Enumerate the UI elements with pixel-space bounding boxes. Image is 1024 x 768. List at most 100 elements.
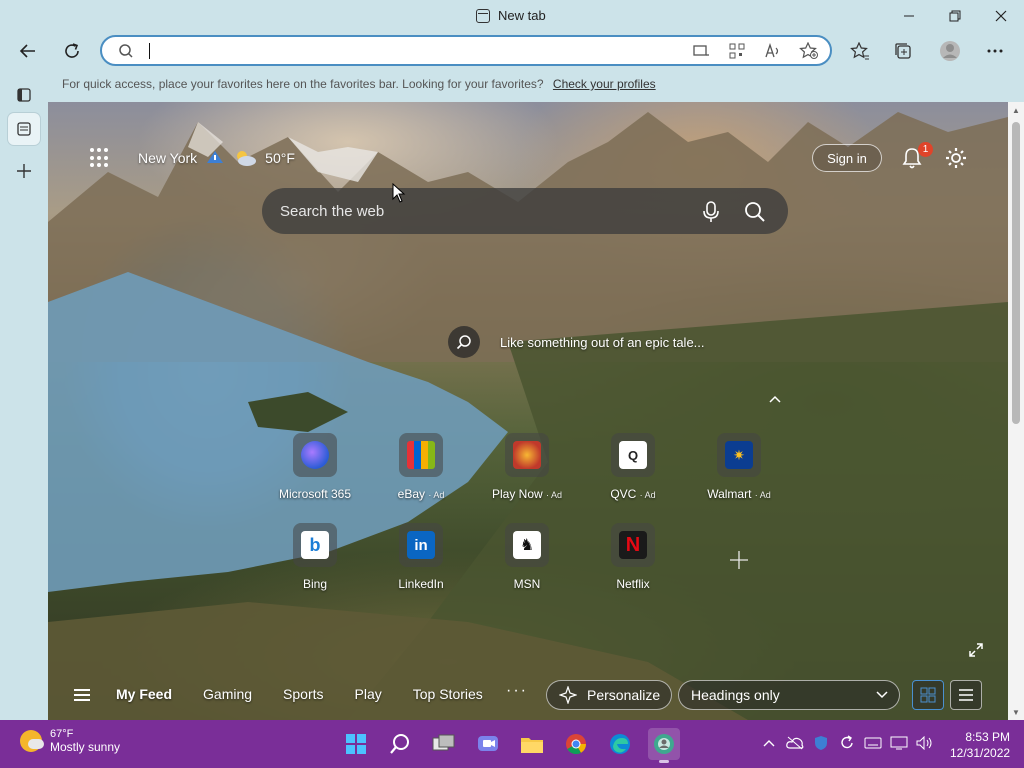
chrome-button[interactable]	[560, 728, 592, 760]
taskbar-weather-widget[interactable]: 67°F Mostly sunny	[20, 728, 120, 754]
clock-date: 12/31/2022	[950, 746, 1011, 760]
search-icon	[118, 43, 134, 64]
windows-logo-icon	[346, 734, 366, 754]
network-icon[interactable]	[890, 734, 908, 752]
quick-link-label: eBay	[397, 487, 425, 501]
settings-more-button[interactable]	[980, 36, 1010, 66]
add-quick-link-plus-icon[interactable]	[728, 549, 750, 571]
file-explorer-button[interactable]	[516, 728, 548, 760]
quick-link-walmart[interactable]: ✷ Walmart · Ad	[691, 433, 787, 509]
edge-beta-active-button[interactable]	[648, 728, 680, 763]
layout-select[interactable]: Headings only	[678, 680, 900, 710]
expand-icon[interactable]	[968, 642, 984, 658]
scrollbar-thumb[interactable]	[1012, 122, 1020, 424]
taskbar-search-button[interactable]	[384, 728, 416, 760]
favorites-button[interactable]	[845, 36, 875, 66]
read-aloud-icon[interactable]	[762, 41, 784, 61]
address-bar[interactable]	[100, 35, 832, 66]
system-tray	[760, 734, 934, 752]
ebay-icon	[407, 441, 435, 469]
weather-widget[interactable]: New York 50°F	[138, 148, 295, 168]
collections-button[interactable]	[889, 36, 919, 66]
refresh-button[interactable]	[57, 36, 87, 66]
quick-link-qvc[interactable]: Q QVC · Ad	[585, 433, 681, 509]
vertical-tab-newtab[interactable]	[8, 113, 40, 145]
windows-update-icon[interactable]	[838, 734, 856, 752]
scroll-down-arrow-icon[interactable]: ▼	[1012, 708, 1020, 717]
windows-security-icon[interactable]	[812, 734, 830, 752]
vertical-scrollbar[interactable]: ▲ ▼	[1008, 102, 1024, 720]
tab-actions-icon	[17, 88, 31, 102]
feed-tab-sports[interactable]: Sports	[283, 686, 323, 702]
quick-link-netflix[interactable]: N Netflix	[585, 523, 681, 599]
show-hidden-icons-chevron-icon[interactable]	[760, 734, 778, 752]
visual-search-button[interactable]	[448, 326, 480, 358]
onedrive-offline-icon[interactable]	[786, 734, 804, 752]
menu-hamburger-icon[interactable]	[74, 689, 90, 701]
microsoft365-icon	[301, 441, 329, 469]
personalize-button[interactable]: Personalize	[546, 680, 672, 710]
feed-tab-top-stories[interactable]: Top Stories	[413, 686, 483, 702]
restore-icon	[949, 10, 961, 22]
qr-code-icon[interactable]	[726, 41, 748, 61]
list-view-button[interactable]	[950, 680, 982, 710]
edge-button[interactable]	[604, 728, 636, 760]
restore-button[interactable]	[932, 0, 978, 32]
microphone-icon[interactable]	[702, 201, 720, 223]
more-feed-tabs-button[interactable]: ···	[506, 682, 528, 700]
partly-cloudy-icon	[237, 151, 257, 166]
taskbar-temperature: 67°F	[50, 728, 74, 740]
start-button[interactable]	[340, 728, 372, 760]
keyboard-icon[interactable]	[864, 734, 882, 752]
close-button[interactable]	[978, 0, 1024, 32]
taskbar-clock[interactable]: 8:53 PM 12/31/2022	[950, 729, 1010, 761]
back-button[interactable]	[13, 36, 43, 66]
qvc-icon: Q	[619, 441, 647, 469]
browser-toolbar	[0, 32, 1024, 70]
quick-link-label: Netflix	[616, 577, 650, 591]
quick-link-msn[interactable]: ♞ MSN	[479, 523, 575, 599]
quick-link-play-now[interactable]: Play Now · Ad	[479, 433, 575, 509]
search-icon[interactable]	[744, 201, 766, 223]
scroll-up-arrow-icon[interactable]: ▲	[1012, 106, 1020, 115]
grid-view-button[interactable]	[912, 680, 944, 710]
bing-icon: b	[301, 531, 329, 559]
app-available-icon[interactable]	[690, 41, 712, 61]
windows-taskbar: 67°F Mostly sunny 8:53 PM 12/31/2022	[0, 720, 1024, 768]
add-favorite-icon[interactable]	[798, 41, 820, 61]
feed-tab-play[interactable]: Play	[355, 686, 382, 702]
ad-label: · Ad	[428, 490, 445, 500]
volume-icon[interactable]	[916, 734, 934, 752]
collections-icon	[895, 43, 911, 59]
teams-chat-button[interactable]	[472, 728, 504, 760]
quick-link-ebay[interactable]: eBay · Ad	[373, 433, 469, 509]
quick-link-label: QVC	[610, 487, 637, 501]
task-view-button[interactable]	[428, 728, 460, 760]
check-profiles-link[interactable]: Check your profiles	[553, 77, 656, 91]
web-search-placeholder: Search the web	[280, 203, 385, 220]
feed-navigation: My Feed Gaming Sports Play Top Stories ·…	[48, 676, 1008, 716]
minimize-button[interactable]	[886, 0, 932, 32]
quick-link-microsoft-365[interactable]: Microsoft 365	[267, 433, 363, 509]
location-label: New York	[138, 150, 198, 166]
new-tab-button[interactable]	[8, 155, 40, 187]
profile-button[interactable]	[935, 36, 965, 66]
tab-actions-button[interactable]	[8, 79, 40, 111]
active-tab[interactable]: New tab	[476, 8, 546, 23]
text-cursor	[149, 43, 150, 59]
personalize-sparkle-icon	[559, 686, 577, 704]
new-tab-page: New York 50°F Sign in 1 Search the web L…	[48, 102, 1008, 720]
tab-title: New tab	[498, 8, 546, 23]
clock-time: 8:53 PM	[965, 730, 1011, 744]
feed-tab-gaming[interactable]: Gaming	[203, 686, 252, 702]
sign-in-button[interactable]: Sign in	[812, 144, 882, 172]
feed-tab-my-feed[interactable]: My Feed	[116, 686, 172, 702]
image-info[interactable]: Like something out of an epic tale...	[448, 326, 705, 358]
page-settings-gear-icon[interactable]	[944, 146, 968, 170]
quick-link-bing[interactable]: b Bing	[267, 523, 363, 599]
collapse-chevron-up-icon[interactable]	[768, 392, 782, 406]
app-launcher-button[interactable]	[90, 148, 110, 168]
favorites-bar: For quick access, place your favorites h…	[48, 70, 1024, 102]
quick-link-linkedin[interactable]: in LinkedIn	[373, 523, 469, 599]
web-search-box[interactable]: Search the web	[262, 188, 788, 234]
